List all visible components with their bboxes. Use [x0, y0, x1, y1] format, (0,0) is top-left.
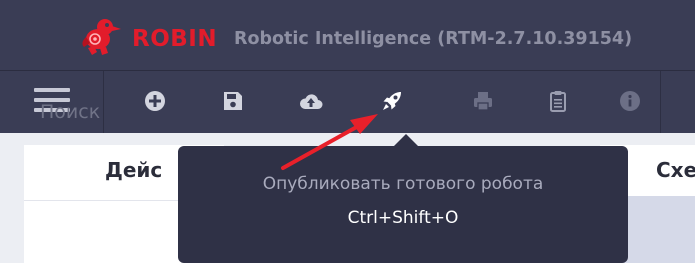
toolbar-divider [660, 71, 661, 133]
app-title: Robotic Intelligence (RTM-2.7.10.39154) [234, 29, 633, 49]
robin-bird-icon [80, 17, 124, 57]
tab-scheme[interactable]: Схе [656, 158, 695, 182]
search-input[interactable] [40, 98, 180, 126]
brand-name: ROBIN [132, 26, 218, 52]
clipboard-button[interactable] [546, 89, 570, 113]
print-icon [474, 92, 492, 111]
title-bar: ROBIN Robotic Intelligence (RTM-2.7.10.3… [0, 0, 695, 70]
upload-button[interactable] [299, 89, 323, 113]
info-button[interactable] [618, 89, 642, 113]
rocket-icon [383, 92, 401, 110]
upload-cloud-icon [299, 94, 323, 109]
print-button[interactable] [471, 89, 495, 113]
tooltip: Опубликовать готового робота Ctrl+Shift+… [178, 146, 628, 263]
save-button[interactable] [221, 89, 245, 113]
tab-actions[interactable]: Дейс [105, 158, 162, 182]
tooltip-shortcut: Ctrl+Shift+O [347, 208, 459, 228]
tooltip-caret [394, 134, 418, 146]
info-icon [620, 91, 640, 111]
clipboard-icon [550, 91, 566, 112]
search-area [24, 200, 184, 263]
save-icon [224, 92, 242, 110]
publish-robot-button[interactable] [380, 89, 404, 113]
tooltip-title: Опубликовать готового робота [262, 174, 544, 194]
